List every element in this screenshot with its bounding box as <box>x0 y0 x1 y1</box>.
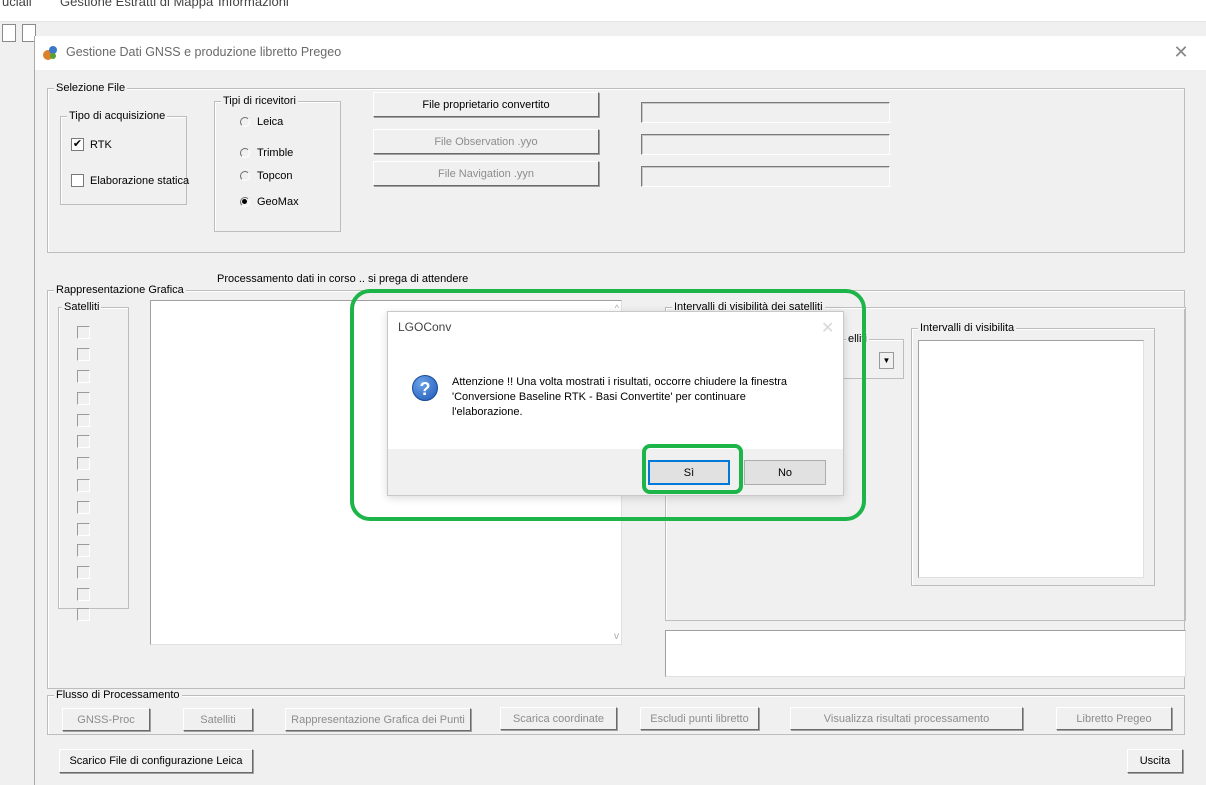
tipi-ricevitori-group: Tipi di ricevitori Leica Trimble Topcon … <box>214 95 341 232</box>
satellite-checkbox[interactable] <box>77 348 90 361</box>
file-navigation-button[interactable]: File Navigation .yyn <box>373 161 599 186</box>
radio-geomax[interactable]: GeoMax <box>239 196 299 208</box>
satellite-checkbox[interactable] <box>77 479 90 492</box>
window-title: Gestione Dati GNSS e produzione libretto… <box>66 45 342 59</box>
title-bar: Gestione Dati GNSS e produzione libretto… <box>35 36 1206 70</box>
rtk-checkbox-box[interactable]: ✔ <box>71 138 84 151</box>
selezione-file-legend: Selezione File <box>54 82 128 94</box>
tipi-ricevitori-legend: Tipi di ricevitori <box>221 95 298 107</box>
menu-item-uciali[interactable]: uciali <box>2 0 32 9</box>
radio-geomax-label: GeoMax <box>257 196 299 208</box>
file-observation-button[interactable]: File Observation .yyo <box>373 129 599 154</box>
toolbar-document-icon[interactable] <box>2 24 16 42</box>
escludi-punti-button[interactable]: Escludi punti libretto <box>640 707 759 730</box>
satellite-checkbox[interactable] <box>77 523 90 536</box>
satelliti-group: Satelliti <box>58 301 129 621</box>
radio-geomax-circle[interactable] <box>239 196 251 208</box>
uscita-button[interactable]: Uscita <box>1127 749 1183 773</box>
satelliti-button[interactable]: Satelliti <box>183 708 253 731</box>
rtk-checkbox[interactable]: ✔ RTK <box>71 138 112 151</box>
satellite-checkbox[interactable] <box>77 435 90 448</box>
radio-topcon-circle[interactable] <box>239 170 251 182</box>
radio-leica-circle[interactable] <box>239 116 251 128</box>
app-icon <box>43 46 57 60</box>
satelliti-legend: Satelliti <box>62 301 102 313</box>
selezione-file-group: Selezione File Tipo di acquisizione ✔ RT… <box>47 82 1185 253</box>
yes-button-highlight-frame <box>642 444 743 494</box>
intervalli-visibilita-group: Intervalli di visibilita <box>911 322 1155 586</box>
scroll-down-icon[interactable]: v <box>614 631 619 642</box>
elaborazione-statica-checkbox[interactable]: Elaborazione statica <box>71 174 189 187</box>
radio-leica[interactable]: Leica <box>239 116 283 128</box>
tipo-acquisizione-group: Tipo di acquisizione ✔ RTK Elaborazione … <box>60 110 189 205</box>
file-observation-path-field[interactable] <box>641 134 890 155</box>
statica-checkbox-box[interactable] <box>71 174 84 187</box>
dialog-highlight-frame <box>350 289 866 521</box>
statica-label: Elaborazione statica <box>90 174 190 187</box>
file-navigation-path-field[interactable] <box>641 166 890 187</box>
satellite-checkbox[interactable] <box>77 566 90 579</box>
satellite-checkbox[interactable] <box>77 608 90 621</box>
scarica-coordinate-button[interactable]: Scarica coordinate <box>500 707 617 730</box>
scarico-configurazione-leica-button[interactable]: Scarico File di configurazione Leica <box>59 749 253 773</box>
file-proprietario-path-field[interactable] <box>641 102 890 123</box>
visualizza-risultati-button[interactable]: Visualizza risultati processamento <box>790 707 1023 730</box>
libretto-pregeo-button[interactable]: Libretto Pregeo <box>1056 707 1172 730</box>
background-menubar: uciali Gestione Estratti di Mappa Inform… <box>0 0 1206 22</box>
rappresentazione-punti-button[interactable]: Rappresentazione Grafica dei Punti <box>285 708 471 731</box>
menu-item-informazioni[interactable]: Informazioni <box>218 0 289 9</box>
radio-trimble[interactable]: Trimble <box>239 147 293 159</box>
satellite-checkbox[interactable] <box>77 544 90 557</box>
radio-leica-label: Leica <box>257 116 284 128</box>
tipo-acquisizione-legend: Tipo di acquisizione <box>67 110 168 122</box>
satelliti-dropdown-arrow-icon[interactable]: ▼ <box>879 352 894 369</box>
rtk-label: RTK <box>90 138 112 151</box>
radio-trimble-circle[interactable] <box>239 147 251 159</box>
satellite-checkbox[interactable] <box>77 392 90 405</box>
intervalli-legend: Intervalli di visibilita <box>918 322 1017 334</box>
satellite-checkbox[interactable] <box>77 457 90 470</box>
radio-topcon-label: Topcon <box>257 170 293 182</box>
radio-topcon[interactable]: Topcon <box>239 170 292 182</box>
flusso-processamento-group: Flusso di Processamento GNSS-Proc Satell… <box>47 689 1185 735</box>
satellite-checkbox[interactable] <box>77 588 90 601</box>
rappresentazione-legend: Rappresentazione Grafica <box>54 284 186 296</box>
intervalli-visibilita-list[interactable] <box>918 340 1144 578</box>
satellite-checkbox[interactable] <box>77 501 90 514</box>
radio-trimble-label: Trimble <box>257 147 294 159</box>
gnss-proc-button[interactable]: GNSS-Proc <box>62 708 150 731</box>
menu-item-estratti[interactable]: Gestione Estratti di Mappa <box>60 0 213 9</box>
satellite-checkbox[interactable] <box>77 326 90 339</box>
satellite-checkbox[interactable] <box>77 414 90 427</box>
processing-status-text: Processamento dati in corso .. si prega … <box>217 273 469 285</box>
output-text-area[interactable] <box>665 630 1186 677</box>
satellite-checkbox[interactable] <box>77 370 90 383</box>
flusso-legend: Flusso di Processamento <box>54 689 182 701</box>
window-close-icon[interactable]: ✕ <box>1171 42 1191 62</box>
file-proprietario-button[interactable]: File proprietario convertito <box>373 92 599 117</box>
